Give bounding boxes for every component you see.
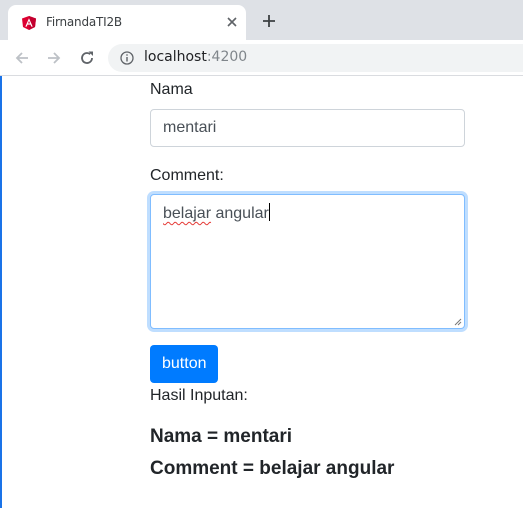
new-tab-icon[interactable]	[261, 13, 277, 29]
text-caret	[268, 203, 270, 221]
browser-tab[interactable]: FirnandaTI2B	[8, 5, 246, 40]
url-text: localhost:4200	[144, 49, 248, 65]
page-edge	[0, 76, 2, 508]
angular-icon	[22, 16, 36, 30]
comment-label: Comment:	[150, 167, 224, 184]
output-nama: Nama = mentari	[150, 426, 293, 447]
forward-arrow-icon[interactable]	[45, 49, 63, 67]
output-heading: Hasil Inputan:	[150, 387, 248, 404]
nama-input[interactable]: mentari	[150, 109, 465, 147]
misspelled-word: belajar	[163, 205, 212, 222]
back-arrow-icon[interactable]	[13, 49, 31, 67]
reload-icon[interactable]	[78, 49, 96, 67]
submit-button[interactable]: button	[150, 345, 219, 383]
comment-textarea[interactable]: belajar angular	[150, 194, 465, 329]
tab-strip: FirnandaTI2B	[0, 0, 523, 40]
tab-title: FirnandaTI2B	[46, 15, 122, 29]
info-icon[interactable]	[120, 51, 134, 65]
resize-handle-icon[interactable]	[454, 318, 462, 326]
output-comment: Comment = belajar angular	[150, 458, 395, 479]
browser-toolbar: localhost:4200	[0, 40, 523, 76]
comment-text: angular	[211, 205, 269, 222]
address-bar[interactable]: localhost:4200	[108, 44, 523, 72]
close-icon[interactable]	[224, 14, 240, 30]
nama-label: Nama	[150, 81, 193, 98]
